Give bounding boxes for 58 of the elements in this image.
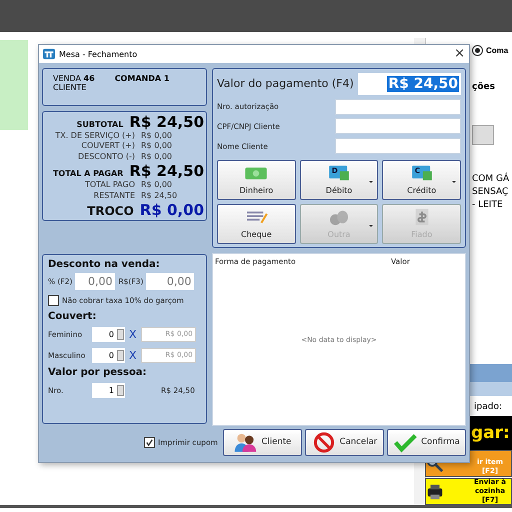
- list-item[interactable]: SENSAÇ: [472, 186, 510, 199]
- order-number: COMANDA 1: [114, 74, 170, 83]
- total-label: SUBTOTAL: [76, 120, 124, 129]
- radio-label: Coma: [486, 46, 508, 55]
- total-label: RESTANTE: [92, 190, 135, 200]
- section-title: Couvert:: [48, 311, 98, 322]
- payment-method-button[interactable]: D Débito: [300, 160, 378, 200]
- input-field[interactable]: [335, 138, 461, 154]
- payment-method-button[interactable]: C Crédito: [382, 160, 461, 200]
- status-label: ipado:: [474, 402, 502, 412]
- checkbox[interactable]: [48, 295, 59, 306]
- spin-field[interactable]: 0: [92, 348, 125, 362]
- total-value: R$ 24,50: [129, 162, 204, 180]
- total-value: R$ 0,00: [141, 152, 172, 161]
- client-label: CLIENTE: [53, 83, 88, 92]
- total-label: COUVERT (+): [80, 141, 135, 150]
- list-item[interactable]: - LEITE: [472, 199, 510, 212]
- total-value: R$ 0,00: [141, 131, 172, 140]
- total-value: R$ 0,00: [141, 141, 172, 150]
- payment-field[interactable]: R$ 24,50: [358, 72, 461, 95]
- input-field[interactable]: [335, 118, 461, 134]
- sale-number: VENDA 46: [53, 74, 95, 83]
- close-button[interactable]: ×: [454, 47, 465, 61]
- column-header: ções: [472, 82, 495, 92]
- spin-field[interactable]: 1: [92, 382, 125, 398]
- payment-label: Valor do pagamento (F4): [217, 77, 354, 90]
- payment-method-button[interactable]: Dinheiro: [217, 160, 296, 200]
- total-value: R$ 24,50: [141, 190, 178, 200]
- action-button[interactable]: Cancelar: [304, 428, 384, 456]
- total-label: TOTAL A PAGAR: [52, 169, 124, 178]
- printer-icon: [426, 482, 444, 500]
- total-value: R$ 0,00: [141, 180, 172, 190]
- people-icon: [233, 432, 258, 452]
- table-icon: [43, 48, 55, 60]
- total-label: TROCO: [86, 204, 134, 218]
- times-sign: X: [129, 348, 137, 362]
- times-sign: X: [129, 328, 137, 340]
- radio-button[interactable]: [472, 45, 483, 56]
- spin-field[interactable]: 0: [92, 326, 125, 342]
- window-title: Mesa - Fechamento: [59, 50, 138, 58]
- check-icon: [393, 432, 418, 452]
- input-field[interactable]: [335, 98, 461, 115]
- total-value: R$ 24,50: [129, 113, 204, 131]
- prohibited-icon: [312, 432, 336, 452]
- list-item[interactable]: COM GÁ: [472, 173, 510, 186]
- percent-field[interactable]: 0,00: [75, 273, 116, 290]
- amount-field[interactable]: 0,00: [146, 273, 194, 290]
- checkbox[interactable]: [144, 436, 155, 448]
- total-label: DESCONTO (-): [76, 152, 135, 161]
- small-button[interactable]: [472, 125, 494, 145]
- section-title: Desconto na venda:: [48, 259, 161, 270]
- payment-method-button[interactable]: Cheque: [217, 204, 296, 244]
- total-value: R$ 0,00: [140, 201, 204, 220]
- section-title: Valor por pessoa:: [48, 367, 148, 378]
- total-label: TX. DE SERVIÇO (+): [54, 131, 135, 140]
- action-button[interactable]: Confirma: [386, 428, 466, 456]
- total-label: TOTAL PAGO: [84, 180, 135, 190]
- action-button[interactable]: Cliente: [222, 428, 302, 456]
